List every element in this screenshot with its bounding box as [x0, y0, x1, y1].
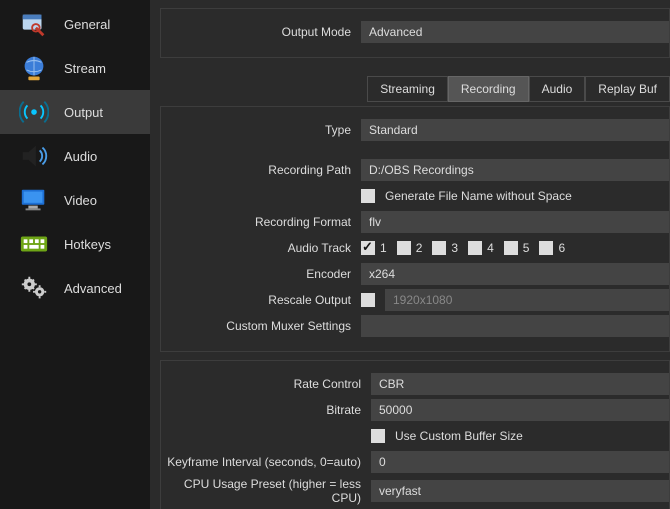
- speaker-icon: [18, 140, 50, 172]
- rescale-checkbox[interactable]: [361, 293, 375, 307]
- cpu-preset-select[interactable]: veryfast: [371, 480, 669, 502]
- custom-buffer-checkbox[interactable]: [371, 429, 385, 443]
- broadcast-icon: [18, 96, 50, 128]
- custom-buffer-label: Use Custom Buffer Size: [395, 429, 523, 443]
- nospace-checkbox[interactable]: [361, 189, 375, 203]
- track-2-checkbox[interactable]: [397, 241, 411, 255]
- rescale-input[interactable]: 1920x1080: [385, 289, 669, 311]
- recording-format-label: Recording Format: [161, 215, 361, 229]
- track-5-checkbox[interactable]: [504, 241, 518, 255]
- sidebar-item-label: Audio: [64, 149, 97, 164]
- keyframe-label: Keyframe Interval (seconds, 0=auto): [161, 455, 371, 469]
- nospace-label: Generate File Name without Space: [385, 189, 572, 203]
- track-4-checkbox[interactable]: [468, 241, 482, 255]
- rate-control-select[interactable]: CBR: [371, 373, 669, 395]
- sidebar-item-output[interactable]: Output: [0, 90, 150, 134]
- track-1-checkbox[interactable]: [361, 241, 375, 255]
- bitrate-input[interactable]: 50000: [371, 399, 669, 421]
- sidebar-item-video[interactable]: Video: [0, 178, 150, 222]
- wrench-icon: [18, 8, 50, 40]
- sidebar-item-advanced[interactable]: Advanced: [0, 266, 150, 310]
- encoder-settings-box: Rate Control CBR Bitrate 50000 Use Custo…: [160, 360, 670, 509]
- recording-format-select[interactable]: flv: [361, 211, 669, 233]
- encoder-select[interactable]: x264: [361, 263, 669, 285]
- monitor-icon: [18, 184, 50, 216]
- type-label: Type: [161, 123, 361, 137]
- sidebar-item-label: Output: [64, 105, 103, 120]
- audio-track-label: Audio Track: [161, 241, 361, 255]
- sidebar-item-label: General: [64, 17, 110, 32]
- keyframe-input[interactable]: 0: [371, 451, 669, 473]
- settings-sidebar: General Stream Output Audio Video Hotkey…: [0, 0, 150, 509]
- recording-type-select[interactable]: Standard: [361, 119, 669, 141]
- track-6-checkbox[interactable]: [539, 241, 553, 255]
- encoder-label: Encoder: [161, 267, 361, 281]
- sidebar-item-general[interactable]: General: [0, 2, 150, 46]
- sidebar-item-stream[interactable]: Stream: [0, 46, 150, 90]
- rescale-label: Rescale Output: [161, 293, 361, 307]
- sidebar-item-audio[interactable]: Audio: [0, 134, 150, 178]
- globe-icon: [18, 52, 50, 84]
- sidebar-item-label: Hotkeys: [64, 237, 111, 252]
- output-mode-select[interactable]: Advanced: [361, 21, 669, 43]
- recording-path-input[interactable]: D:/OBS Recordings: [361, 159, 669, 181]
- tab-streaming[interactable]: Streaming: [367, 76, 448, 102]
- bitrate-label: Bitrate: [161, 403, 371, 417]
- tab-replay-buffer[interactable]: Replay Buf: [585, 76, 670, 102]
- muxer-input[interactable]: [361, 315, 669, 337]
- recording-settings-box: Type Standard Recording Path D:/OBS Reco…: [160, 106, 670, 352]
- audio-track-group: 1 2 3 4 5 6: [361, 241, 565, 255]
- muxer-label: Custom Muxer Settings: [161, 319, 361, 333]
- sidebar-item-label: Stream: [64, 61, 106, 76]
- gears-icon: [18, 272, 50, 304]
- output-mode-box: Output Mode Advanced: [160, 8, 670, 58]
- track-3-checkbox[interactable]: [432, 241, 446, 255]
- sidebar-item-label: Advanced: [64, 281, 122, 296]
- sidebar-item-hotkeys[interactable]: Hotkeys: [0, 222, 150, 266]
- settings-main: Output Mode Advanced Streaming Recording…: [150, 0, 670, 509]
- recording-path-label: Recording Path: [161, 163, 361, 177]
- output-mode-label: Output Mode: [161, 25, 361, 39]
- cpu-preset-label: CPU Usage Preset (higher = less CPU): [161, 477, 371, 505]
- sidebar-item-label: Video: [64, 193, 97, 208]
- keyboard-icon: [18, 228, 50, 260]
- output-tabs: Streaming Recording Audio Replay Buf: [154, 76, 670, 102]
- rate-control-label: Rate Control: [161, 377, 371, 391]
- tab-recording[interactable]: Recording: [448, 76, 529, 102]
- tab-audio[interactable]: Audio: [529, 76, 586, 102]
